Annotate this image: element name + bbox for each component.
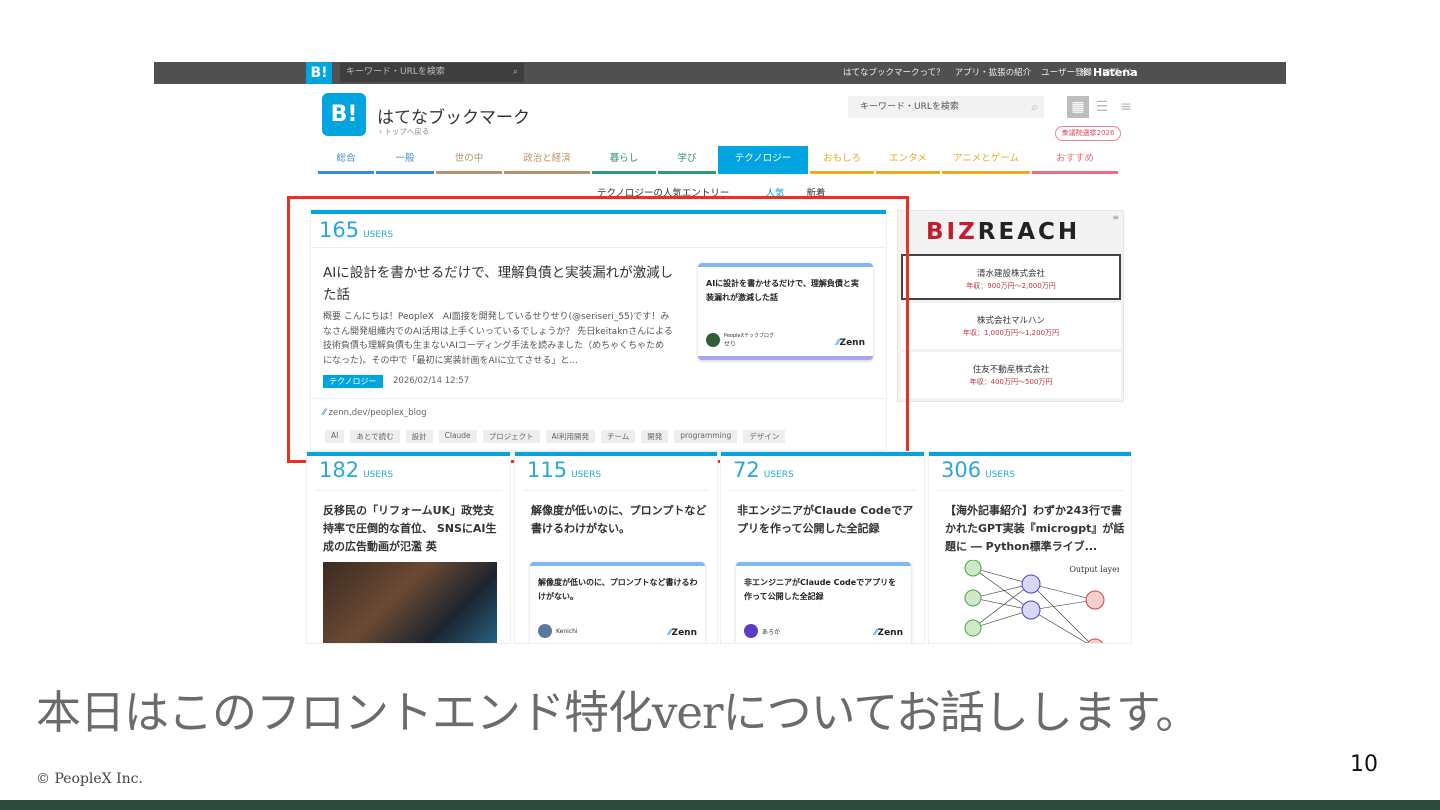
- entry-card[interactable]: 182 USERS 反移民の「リフォームUK」政党支持率で圧倒的な首位、 SNSに…: [307, 452, 510, 643]
- view-switcher: ▦ ☰ ≡: [1067, 96, 1137, 118]
- copyright: © PeopleX Inc.: [36, 771, 143, 787]
- entry-title[interactable]: 【海外記事紹介】わずか243行で書かれたGPT実装『microgpt』が話題に …: [945, 502, 1125, 556]
- entry-card[interactable]: 306 USERS 【海外記事紹介】わずか243行で書かれたGPT実装『micro…: [929, 452, 1131, 643]
- ogp-thumbnail[interactable]: 非エンジニアがClaude Codeでアプリを作って公開した全記録 あろか ⁄⁄…: [736, 562, 911, 643]
- nav-tab[interactable]: 暮らし: [592, 146, 656, 174]
- nav-tab[interactable]: テクノロジー: [718, 146, 808, 174]
- bizreach-ad[interactable]: BIZREACH ≡ 清水建設株式会社 年収：900万円〜2,000万円 株式会社…: [897, 210, 1124, 402]
- ogp-author: Kenichi: [538, 624, 578, 638]
- user-count[interactable]: 306 USERS: [941, 458, 1015, 482]
- search-placeholder: キーワード・URLを検索: [860, 102, 959, 112]
- user-count[interactable]: 182 USERS: [319, 458, 393, 482]
- job-listing[interactable]: 清水建設株式会社 年収：900万円〜2,000万円: [901, 254, 1121, 300]
- category-nav: 総合 一般 世の中 政治と経済 暮らし 学び テクノロジー おもしろ エンタメ アニメとゲーム おす…: [318, 146, 1120, 174]
- slide-footer-bar: [0, 800, 1440, 810]
- site-logo[interactable]: B!: [322, 93, 366, 136]
- highlight-box: [287, 196, 909, 463]
- entry-card[interactable]: 115 USERS 解像度が低いのに、プロンプトなど書けるわけがない。 解像度が低…: [515, 452, 717, 643]
- about-link[interactable]: はてなブックマークって？: [843, 62, 945, 84]
- hatena-brand-link[interactable]: ❊ Hatena: [1080, 62, 1138, 84]
- user-count[interactable]: 115 USERS: [527, 458, 601, 482]
- job-listing[interactable]: 住友不動産株式会社 年収：400万円〜500万円: [901, 352, 1121, 398]
- nav-tab[interactable]: おすすめ: [1032, 146, 1118, 174]
- nav-tab[interactable]: 学び: [658, 146, 716, 174]
- ogp-author: あろか: [744, 624, 780, 638]
- page-number: 10: [1350, 752, 1378, 777]
- list-view-icon[interactable]: ☰: [1091, 96, 1113, 118]
- nav-tab[interactable]: 世の中: [436, 146, 502, 174]
- compact-list-view-icon[interactable]: ≡: [1115, 96, 1137, 118]
- entry-card[interactable]: 72 USERS 非エンジニアがClaude Codeでアプリを作って公開した全記…: [721, 452, 924, 643]
- ad-menu-icon[interactable]: ≡: [1112, 213, 1119, 222]
- zenn-logo: ⁄⁄Zenn: [874, 628, 903, 638]
- avatar: [538, 624, 552, 638]
- entry-title[interactable]: 解像度が低いのに、プロンプトなど書けるわけがない。: [531, 502, 711, 538]
- hatena-top-bar: B! キーワード・URLを検索 ⌕ はてなブックマークって？ アプリ・拡張の紹介 …: [154, 62, 1286, 84]
- avatar: [744, 624, 758, 638]
- nav-tab[interactable]: 一般: [376, 146, 434, 174]
- nav-tab[interactable]: エンタメ: [876, 146, 940, 174]
- nav-tab[interactable]: おもしろ: [810, 146, 874, 174]
- nav-tab[interactable]: アニメとゲーム: [942, 146, 1030, 174]
- bizreach-logo: BIZREACH: [926, 219, 1081, 245]
- entry-title[interactable]: 非エンジニアがClaude Codeでアプリを作って公開した全記録: [737, 502, 917, 538]
- hatena-bookmark-logo[interactable]: B!: [306, 62, 332, 84]
- search-input[interactable]: キーワード・URLを検索 ⌕: [848, 96, 1044, 118]
- top-search-input[interactable]: キーワード・URLを検索 ⌕: [340, 63, 524, 82]
- job-listing[interactable]: 株式会社マルハン 年収：1,000万円〜1,200万円: [901, 303, 1121, 349]
- entry-photo[interactable]: [323, 562, 497, 643]
- apps-link[interactable]: アプリ・拡張の紹介: [955, 62, 1032, 84]
- grid-view-icon[interactable]: ▦: [1067, 96, 1089, 118]
- entry-title[interactable]: 反移民の「リフォームUK」政党支持率で圧倒的な首位、 SNSにAI生成の広告動画…: [323, 502, 503, 556]
- search-icon[interactable]: ⌕: [513, 63, 518, 82]
- site-title[interactable]: はてなブックマーク: [377, 103, 530, 128]
- slide-caption: 本日はこのフロントエンド特化verについてお話しします。: [36, 686, 1200, 739]
- user-count[interactable]: 72 USERS: [733, 458, 794, 482]
- zenn-logo: ⁄⁄Zenn: [668, 628, 697, 638]
- ogp-thumbnail[interactable]: 解像度が低いのに、プロンプトなど書けるわけがない。 Kenichi ⁄⁄Zenn: [530, 562, 705, 643]
- neural-network-figure[interactable]: Output layer: [945, 560, 1119, 643]
- nav-tab[interactable]: 総合: [318, 146, 374, 174]
- output-layer-label: Output layer: [1069, 565, 1119, 574]
- search-placeholder: キーワード・URLを検索: [346, 67, 445, 77]
- election-badge[interactable]: 衆議院選挙2026: [1055, 126, 1121, 141]
- nav-tab[interactable]: 政治と経済: [504, 146, 590, 174]
- back-to-top-link[interactable]: ‹ トップへ戻る: [379, 126, 429, 137]
- search-icon[interactable]: ⌕: [1031, 96, 1038, 118]
